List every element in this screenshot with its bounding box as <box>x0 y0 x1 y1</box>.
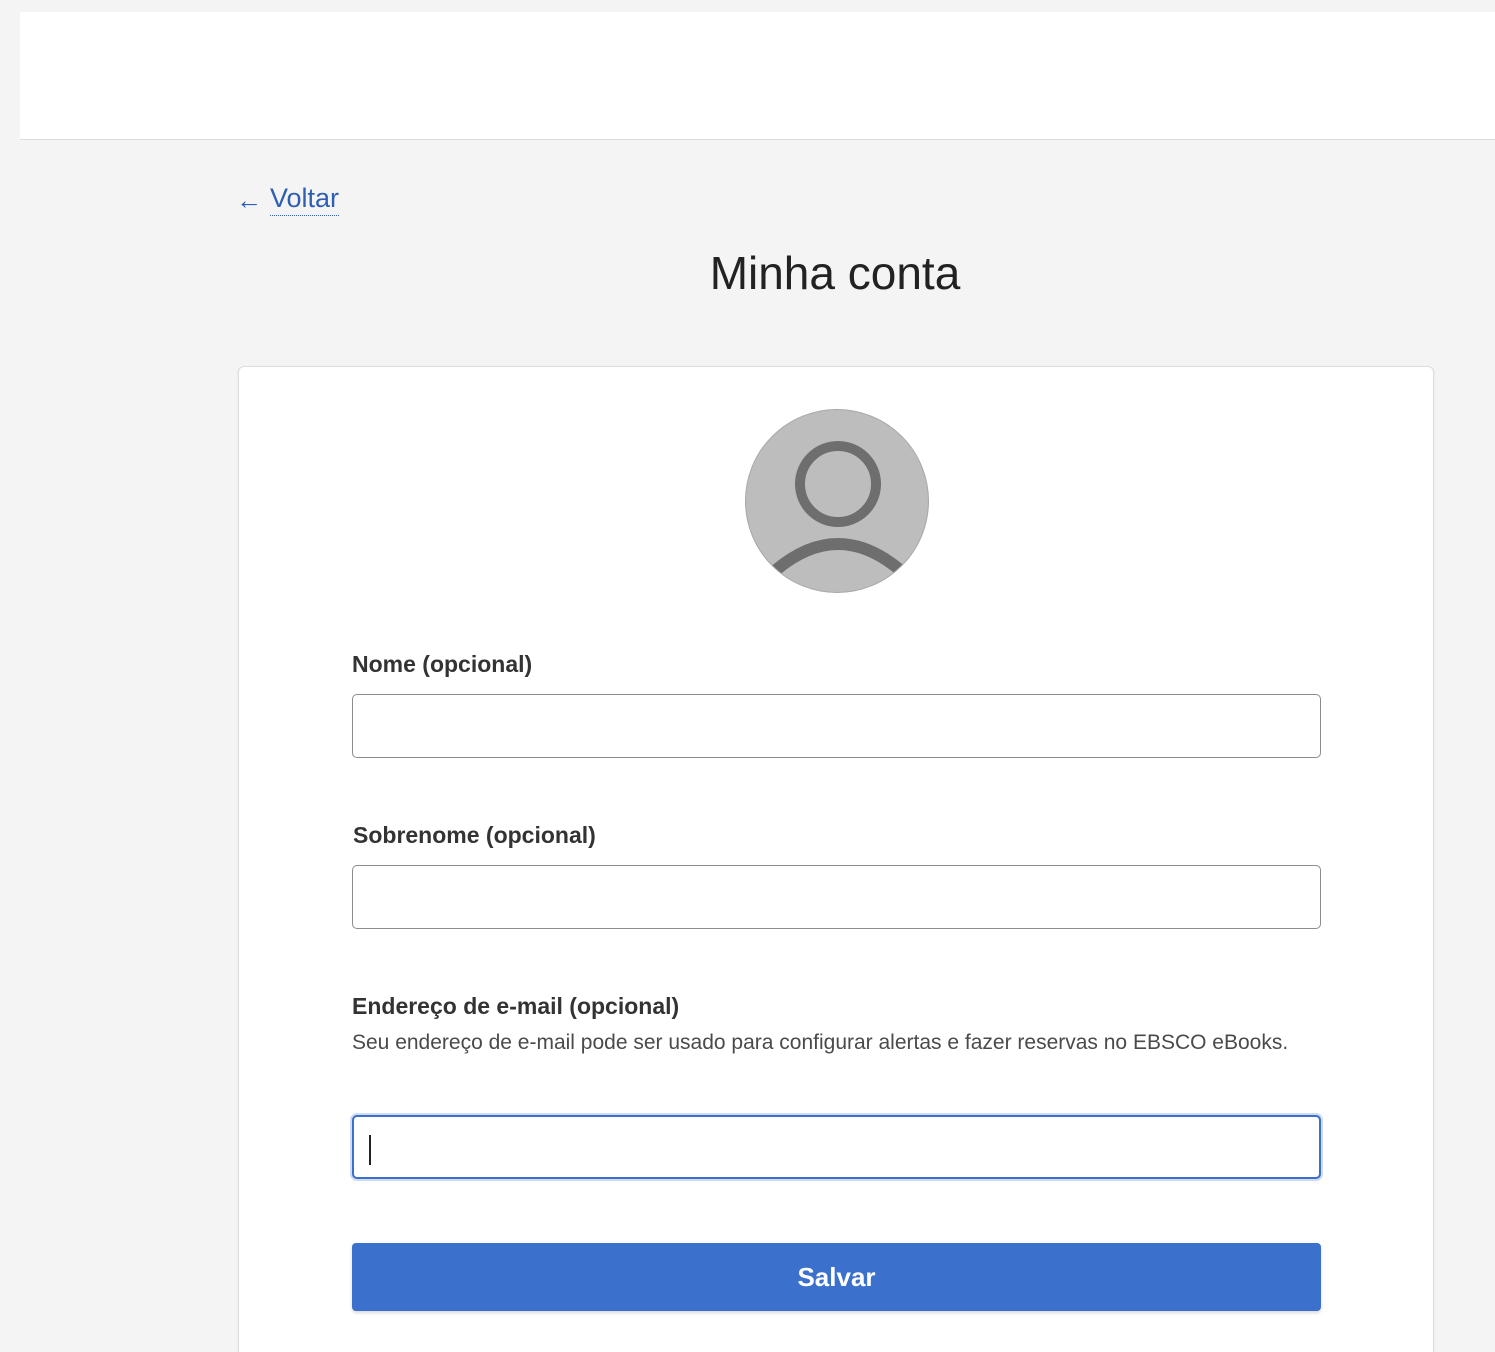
back-link-label: Voltar <box>270 183 340 216</box>
page: ← Voltar Minha conta Nome (opcional) Sob… <box>0 0 1495 1352</box>
text-caret <box>369 1135 371 1165</box>
email-help-text: Seu endereço de e-mail pode ser usado pa… <box>352 1031 1289 1054</box>
back-link[interactable]: ← Voltar <box>236 183 340 216</box>
top-strip <box>0 0 1495 12</box>
email-label: Endereço de e-mail (opcional) <box>352 993 680 1019</box>
user-profile-icon <box>770 441 906 576</box>
email-input[interactable] <box>352 1115 1321 1179</box>
save-button[interactable]: Salvar <box>352 1243 1321 1311</box>
header-bar <box>20 12 1495 140</box>
account-card: Nome (opcional) Sobrenome (opcional) End… <box>238 366 1434 1352</box>
back-arrow-icon: ← <box>236 184 262 215</box>
last-name-label: Sobrenome (opcional) <box>353 822 596 848</box>
page-title: Minha conta <box>709 247 961 299</box>
first-name-label: Nome (opcional) <box>352 651 533 677</box>
last-name-input[interactable] <box>352 865 1321 929</box>
avatar <box>745 409 929 593</box>
left-strip <box>0 0 20 1352</box>
first-name-input[interactable] <box>352 694 1321 758</box>
